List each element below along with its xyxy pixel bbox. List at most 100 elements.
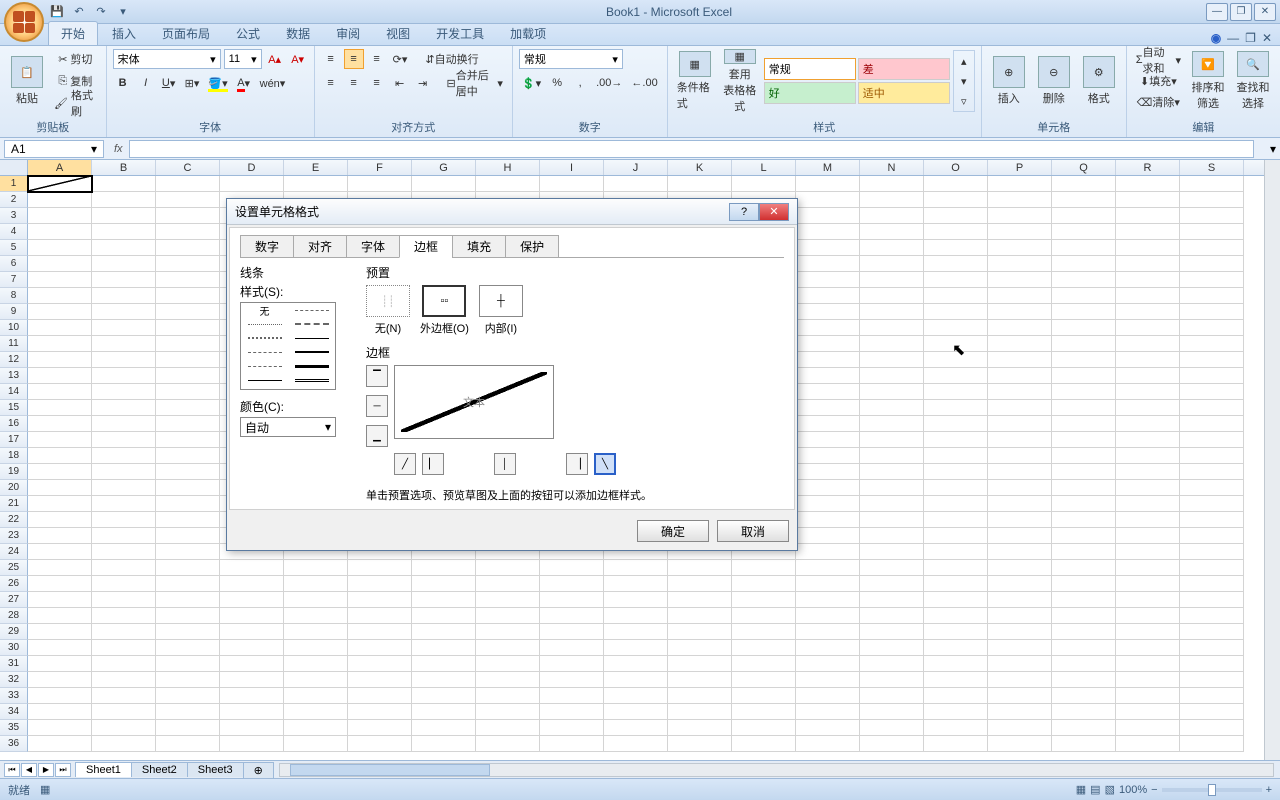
cell[interactable] xyxy=(1052,288,1116,304)
cell[interactable] xyxy=(604,720,668,736)
qat-redo-button[interactable]: ↷ xyxy=(92,3,110,21)
cell[interactable] xyxy=(92,400,156,416)
border-hmiddle-button[interactable]: ─ xyxy=(366,395,388,417)
cell[interactable] xyxy=(860,384,924,400)
dialog-tab-number[interactable]: 数字 xyxy=(240,235,294,258)
cell[interactable] xyxy=(1052,208,1116,224)
cell[interactable] xyxy=(348,608,412,624)
cell[interactable] xyxy=(1052,576,1116,592)
cell[interactable] xyxy=(1180,656,1244,672)
cell[interactable] xyxy=(92,576,156,592)
cell[interactable] xyxy=(860,448,924,464)
delete-cells-button[interactable]: ⊖删除 xyxy=(1033,49,1075,113)
row-header[interactable]: 29 xyxy=(0,624,28,640)
macro-record-icon[interactable]: ▦ xyxy=(40,783,50,796)
cell[interactable] xyxy=(1052,304,1116,320)
cell[interactable] xyxy=(92,304,156,320)
cell[interactable] xyxy=(220,592,284,608)
cell[interactable] xyxy=(412,592,476,608)
increase-font-button[interactable]: A▴ xyxy=(265,49,285,69)
cell[interactable] xyxy=(156,704,220,720)
formula-expand-button[interactable]: ▾ xyxy=(1270,142,1276,156)
cell[interactable] xyxy=(988,592,1052,608)
cell[interactable] xyxy=(1116,576,1180,592)
cell[interactable] xyxy=(1180,544,1244,560)
cell[interactable] xyxy=(1180,416,1244,432)
cell[interactable] xyxy=(412,672,476,688)
cell[interactable] xyxy=(1116,736,1180,752)
row-header[interactable]: 2 xyxy=(0,192,28,208)
cell[interactable] xyxy=(28,736,92,752)
cell[interactable] xyxy=(860,432,924,448)
row-header[interactable]: 27 xyxy=(0,592,28,608)
cell[interactable] xyxy=(668,592,732,608)
cell[interactable] xyxy=(540,640,604,656)
doc-close-button[interactable]: ✕ xyxy=(1262,31,1272,45)
cell[interactable] xyxy=(796,432,860,448)
cell[interactable] xyxy=(988,288,1052,304)
cell[interactable] xyxy=(28,240,92,256)
cell[interactable] xyxy=(924,336,988,352)
clear-button[interactable]: ⌫ 清除▾ xyxy=(1133,92,1184,112)
insert-cells-button[interactable]: ⊕插入 xyxy=(988,49,1030,113)
cell[interactable] xyxy=(860,656,924,672)
row-header[interactable]: 26 xyxy=(0,576,28,592)
cell[interactable] xyxy=(92,592,156,608)
cell[interactable] xyxy=(156,336,220,352)
dialog-tab-alignment[interactable]: 对齐 xyxy=(293,235,347,258)
cell[interactable] xyxy=(604,672,668,688)
cell[interactable] xyxy=(1180,400,1244,416)
row-header[interactable]: 19 xyxy=(0,464,28,480)
cell[interactable] xyxy=(988,224,1052,240)
cell[interactable] xyxy=(540,672,604,688)
cell[interactable] xyxy=(92,192,156,208)
cell[interactable] xyxy=(28,288,92,304)
ribbon-tab-review[interactable]: 审阅 xyxy=(324,22,372,45)
line-style-opt[interactable] xyxy=(288,373,335,387)
doc-restore-button[interactable]: ❐ xyxy=(1245,31,1256,45)
cell[interactable] xyxy=(988,688,1052,704)
comma-button[interactable]: , xyxy=(570,73,590,93)
cell[interactable] xyxy=(860,640,924,656)
cell[interactable] xyxy=(988,368,1052,384)
ribbon-tab-developer[interactable]: 开发工具 xyxy=(424,22,496,45)
cell[interactable] xyxy=(476,688,540,704)
row-header[interactable]: 11 xyxy=(0,336,28,352)
cell[interactable] xyxy=(1116,512,1180,528)
cell[interactable] xyxy=(220,720,284,736)
cell[interactable] xyxy=(924,320,988,336)
cell[interactable] xyxy=(1180,704,1244,720)
cell[interactable] xyxy=(860,240,924,256)
cell[interactable] xyxy=(156,448,220,464)
cell[interactable] xyxy=(988,480,1052,496)
style-normal[interactable]: 常规 xyxy=(764,58,856,80)
row-header[interactable]: 8 xyxy=(0,288,28,304)
cell[interactable] xyxy=(924,640,988,656)
cell[interactable] xyxy=(1052,480,1116,496)
cell[interactable] xyxy=(28,704,92,720)
cell[interactable] xyxy=(412,624,476,640)
cell[interactable] xyxy=(860,608,924,624)
row-header[interactable]: 34 xyxy=(0,704,28,720)
cell[interactable] xyxy=(92,736,156,752)
cell[interactable] xyxy=(1180,496,1244,512)
cell[interactable] xyxy=(796,528,860,544)
cell[interactable] xyxy=(604,592,668,608)
cell[interactable] xyxy=(156,176,220,192)
cell[interactable] xyxy=(988,272,1052,288)
line-style-opt[interactable] xyxy=(288,345,335,359)
cell[interactable] xyxy=(1116,480,1180,496)
cell[interactable] xyxy=(540,624,604,640)
cell[interactable] xyxy=(92,656,156,672)
cell[interactable] xyxy=(156,528,220,544)
style-bad[interactable]: 差 xyxy=(858,58,950,80)
cell[interactable] xyxy=(796,320,860,336)
cell[interactable] xyxy=(1116,208,1180,224)
cell[interactable] xyxy=(732,704,796,720)
cell[interactable] xyxy=(1052,272,1116,288)
underline-button[interactable]: U▾ xyxy=(159,73,179,93)
cell[interactable] xyxy=(924,368,988,384)
cell[interactable] xyxy=(1052,688,1116,704)
sheet-nav-first[interactable]: ⏮ xyxy=(4,763,20,777)
row-header[interactable]: 15 xyxy=(0,400,28,416)
